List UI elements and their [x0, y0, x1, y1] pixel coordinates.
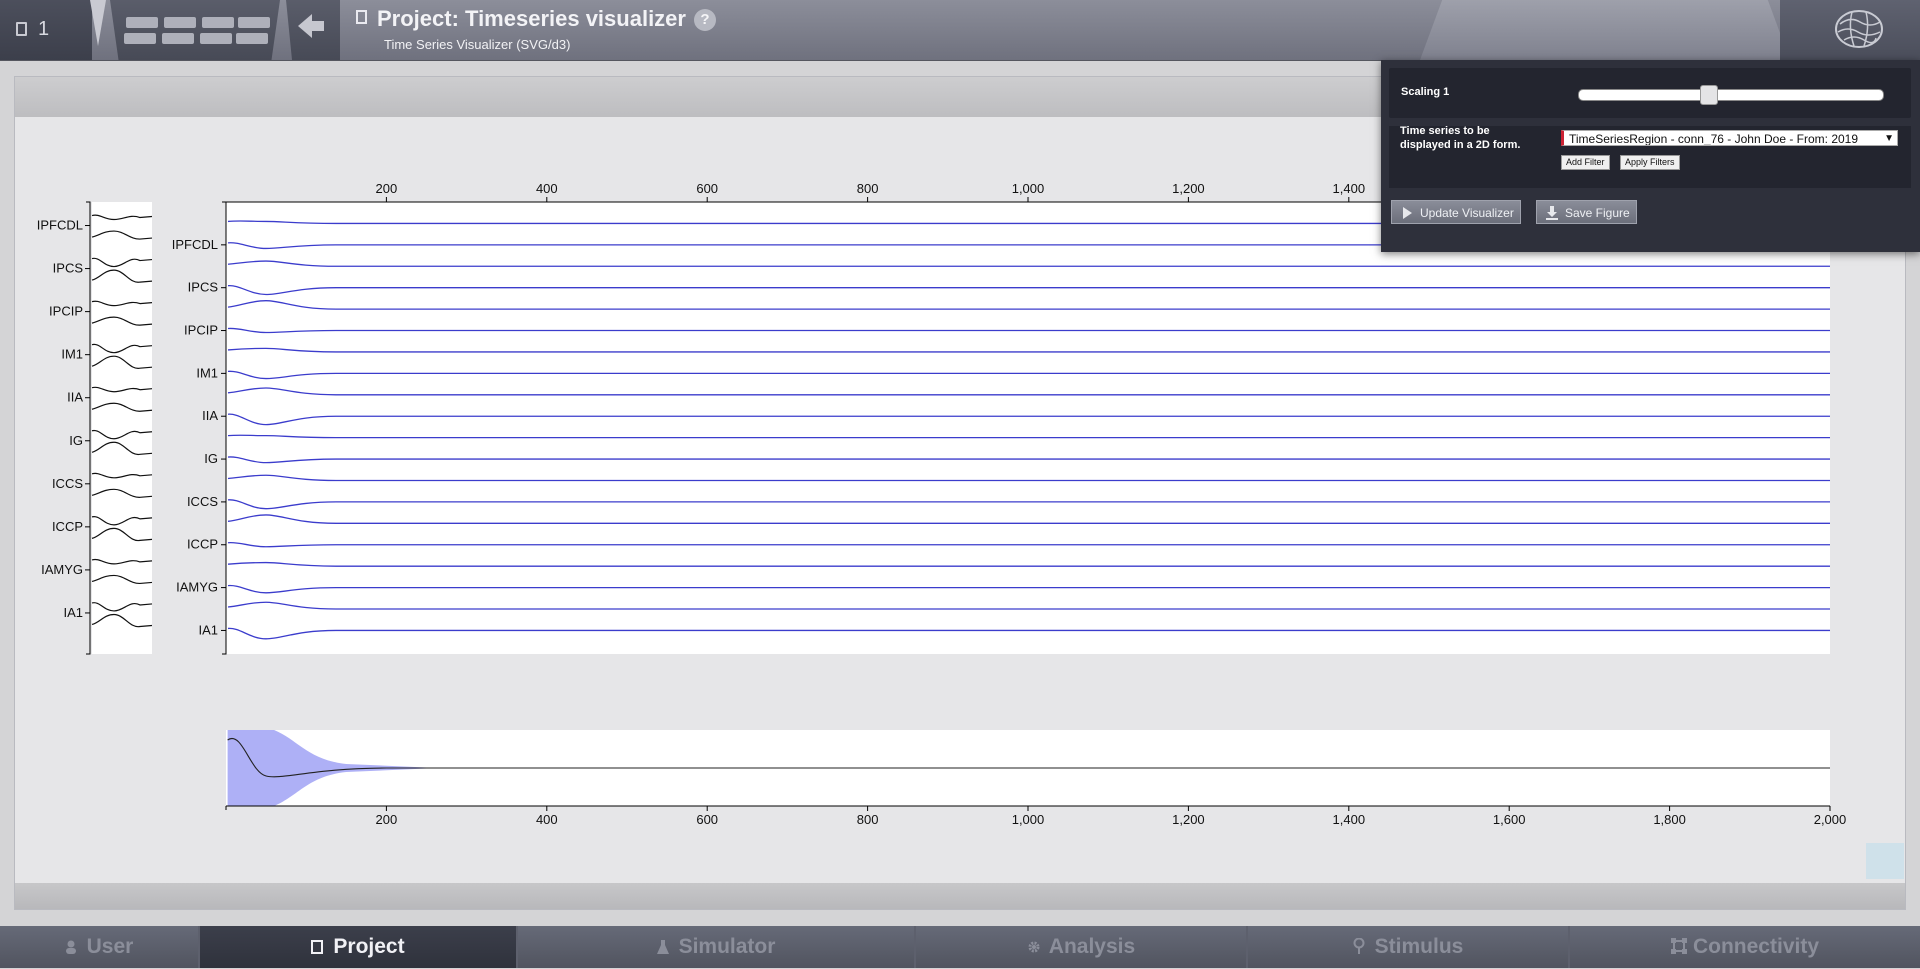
context-x-tick-label: 1,400	[1333, 812, 1366, 827]
overview-channel-label: IAMYG	[41, 562, 83, 577]
play-icon	[1403, 207, 1412, 219]
dropdown-icon[interactable]	[90, 0, 106, 46]
grid-icon	[126, 17, 158, 28]
context-x-tick-label: 800	[857, 812, 879, 827]
grid-icon	[200, 33, 232, 44]
help-icon[interactable]: ?	[693, 9, 716, 31]
context-x-tick-label: 1,200	[1172, 812, 1205, 827]
scaling-label: Scaling 1	[1401, 86, 1450, 98]
channel-label: IAMYG	[176, 580, 218, 595]
overview-channel-label: IPCIP	[49, 304, 83, 319]
channel-label: ICCS	[187, 494, 218, 509]
overview-channel-label: IA1	[63, 605, 83, 620]
context-x-tick-label: 1,000	[1012, 812, 1045, 827]
overview-y-axis	[86, 201, 91, 655]
visualizer-controls: Scaling 1 Time series to be displayed in…	[1381, 60, 1920, 252]
brain-logo[interactable]	[1780, 0, 1920, 60]
network-icon	[1670, 927, 1687, 954]
context-x-tick-label: 200	[376, 812, 398, 827]
grid-icon	[162, 33, 194, 44]
overview-chart[interactable]: IPFCDL IPCS IPCIP IM1 IIA IG ICCS ICCP IAMYG IA1	[20, 196, 160, 656]
x-tick-label: 1,000	[1012, 181, 1045, 196]
overview-channel-label: IIA	[67, 390, 83, 405]
grid-icon	[164, 17, 196, 28]
apply-filters-button[interactable]: Apply Filters	[1620, 155, 1680, 170]
channel-label: IA1	[198, 622, 218, 637]
flask-icon	[656, 927, 669, 954]
channel-label: IG	[204, 451, 218, 466]
brain-icon	[1835, 10, 1883, 48]
overview-channel-label: IM1	[61, 347, 83, 362]
grid-icon	[238, 17, 270, 28]
resize-corner[interactable]	[1866, 843, 1904, 879]
user-icon	[65, 927, 77, 954]
save-figure-button[interactable]: Save Figure	[1536, 200, 1637, 224]
overview-channel-label: IPCS	[53, 261, 84, 276]
document-icon	[311, 927, 324, 954]
add-filter-button[interactable]: Add Filter	[1561, 155, 1610, 170]
back-button[interactable]	[286, 0, 340, 60]
x-tick-label: 200	[376, 181, 398, 196]
update-visualizer-button[interactable]: Update Visualizer	[1391, 200, 1521, 224]
grid-icon	[236, 33, 268, 44]
x-tick-label: 600	[696, 181, 718, 196]
gear-icon	[1027, 927, 1040, 953]
grid-icon	[124, 33, 156, 44]
tab-stimulus[interactable]: Stimulus	[1248, 926, 1568, 968]
overview-plot-area	[92, 202, 152, 654]
update-visualizer-label: Update Visualizer	[1420, 206, 1514, 220]
tab-analysis[interactable]: Analysis	[916, 926, 1246, 968]
context-x-tick-label: 1,800	[1653, 812, 1686, 827]
chevron-down-icon: ▼	[1882, 131, 1894, 145]
operation-counter[interactable]: 1	[0, 0, 92, 60]
apps-grid-button[interactable]	[110, 0, 280, 60]
scaling-slider[interactable]	[1578, 85, 1884, 105]
download-icon	[1546, 206, 1558, 220]
panel-footer	[15, 883, 1905, 909]
tab-simulator[interactable]: Simulator	[518, 926, 914, 968]
channel-label: IPCIP	[184, 323, 218, 338]
x-tick-label: 1,400	[1333, 181, 1366, 196]
y-axis	[222, 201, 227, 655]
timeseries-label: Time series to be displayed in a 2D form…	[1400, 125, 1521, 151]
document-icon	[16, 22, 27, 36]
x-tick-label: 400	[536, 181, 558, 196]
context-x-tick-label: 600	[696, 812, 718, 827]
project-header: Project: Timeseries visualizer?	[356, 6, 716, 32]
pin-icon	[1353, 927, 1365, 954]
context-chart[interactable]: 200 400 600 800 1,000 1,200 1,400 1,600 1,800 2,0…	[200, 724, 1850, 827]
channel-label: IPFCDL	[172, 237, 218, 252]
top-bar: 1 Project: Timeseries visualizer? Time S…	[0, 0, 1920, 61]
slider-handle[interactable]	[1699, 85, 1718, 105]
channel-label: IM1	[196, 365, 218, 380]
channel-label: IIA	[202, 408, 218, 423]
visualizer-subtitle: Time Series Visualizer (SVG/d3)	[384, 37, 571, 52]
timeseries-select[interactable]: TimeSeriesRegion - conn_76 - John Doe - …	[1561, 130, 1898, 146]
channel-label: ICCP	[187, 537, 218, 552]
overview-channel-label: ICCS	[52, 476, 83, 491]
document-icon	[356, 10, 367, 24]
header-right-panel	[1420, 0, 1790, 60]
channel-label: IPCS	[188, 280, 219, 295]
save-figure-label: Save Figure	[1565, 206, 1630, 220]
grid-icon	[202, 17, 234, 28]
overview-channel-label: IPFCDL	[37, 218, 83, 233]
context-x-tick-label: 400	[536, 812, 558, 827]
context-x-tick-label: 1,600	[1493, 812, 1526, 827]
context-x-tick-label: 2,000	[1814, 812, 1847, 827]
x-tick-label: 1,200	[1172, 181, 1205, 196]
tab-connectivity[interactable]: Connectivity	[1570, 926, 1920, 968]
operation-count: 1	[38, 18, 50, 40]
bottom-navigation: User Project Simulator Analysis Stimulus…	[0, 926, 1920, 968]
overview-channel-label: ICCP	[52, 519, 83, 534]
overview-channel-label: IG	[69, 433, 83, 448]
tab-user[interactable]: User	[0, 926, 198, 968]
x-tick-label: 800	[857, 181, 879, 196]
plot-area	[226, 202, 1830, 654]
page-title: Project: Timeseries visualizer	[377, 6, 686, 31]
tab-project[interactable]: Project	[200, 926, 516, 968]
timeseries-select-value: TimeSeriesRegion - conn_76 - John Doe - …	[1569, 132, 1859, 146]
